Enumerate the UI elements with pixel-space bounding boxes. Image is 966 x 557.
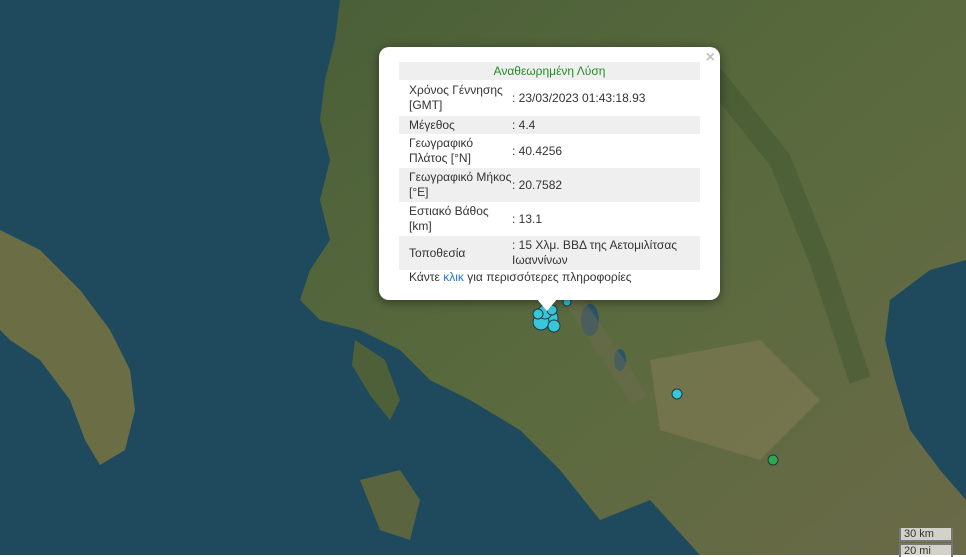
more-info-link[interactable]: κλικ [443,270,464,284]
earthquake-marker[interactable] [547,319,561,333]
row-longitude: Γεωγραφικό Μήκος [°E] : 20.7582 [399,168,700,202]
popup-pointer [536,298,558,311]
popup-title: Αναθεωρημένη Λύση [399,62,700,80]
scale-km: 30 km [899,528,953,542]
event-popup: × Αναθεωρημένη Λύση Χρόνος Γέννησης [GMT… [379,47,720,300]
row-magnitude: Μέγεθος : 4.4 [399,116,700,134]
row-origin-time: Χρόνος Γέννησης [GMT] : 23/03/2023 01:43… [409,83,646,112]
earthquake-marker[interactable] [767,454,779,466]
close-icon[interactable]: × [706,49,715,67]
more-info-text: Κάντε κλικ για περισσότερες πληροφορίες [409,270,632,284]
earthquake-marker[interactable] [671,388,683,400]
event-details-table: Αναθεωρημένη Λύση Χρόνος Γέννησης [GMT] … [399,62,700,270]
row-location: Τοποθεσία : 15 Χλμ. ΒΒΔ της Αετομιλίτσας… [399,236,700,270]
row-latitude: Γεωγραφικό Πλάτος [°N] : 40.4256 [409,136,563,165]
row-depth: Εστιακό Βάθος [km] : 13.1 [409,204,543,233]
